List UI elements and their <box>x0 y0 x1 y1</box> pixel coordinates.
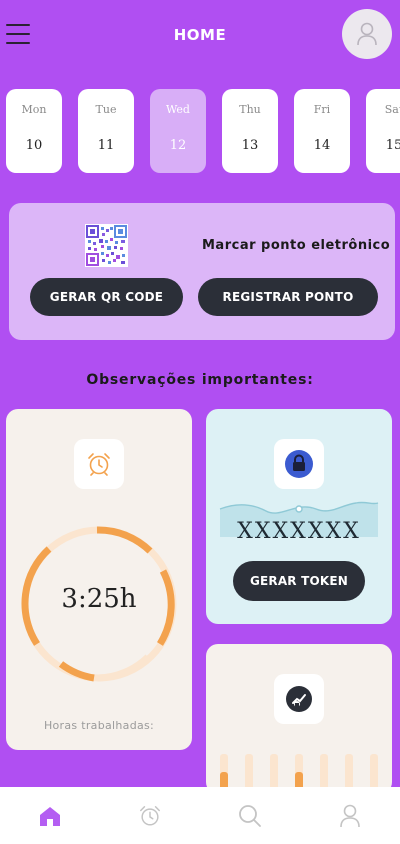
date-card-wed[interactable]: Wed 12 <box>150 89 206 173</box>
ponto-title: Marcar ponto eletrônico <box>202 238 391 253</box>
hours-worked-label: Horas trabalhadas: <box>43 719 155 732</box>
day-of-week: Fri <box>313 103 331 116</box>
day-number: 10 <box>25 138 43 153</box>
stats-card[interactable] <box>206 644 392 794</box>
day-number: 13 <box>241 138 259 153</box>
token-card: XXXXXXX GERAR TOKEN <box>206 409 392 624</box>
chart-badge-icon <box>286 686 312 712</box>
generate-token-button[interactable]: GERAR TOKEN <box>233 561 365 601</box>
register-ponto-button[interactable]: REGISTRAR PONTO <box>198 278 378 316</box>
bottom-nav <box>0 787 400 844</box>
nav-home[interactable] <box>30 796 70 836</box>
search-icon <box>239 804 261 827</box>
day-of-week: Wed <box>166 103 190 116</box>
alarm-icon-box <box>74 439 124 489</box>
day-number: 11 <box>97 138 115 153</box>
day-number: 15 <box>385 138 400 153</box>
home-icon <box>40 806 60 826</box>
user-icon <box>340 804 360 827</box>
nav-search[interactable] <box>230 796 270 836</box>
lock-icon <box>285 450 313 478</box>
avatar[interactable] <box>342 9 392 59</box>
date-card-thu[interactable]: Thu 13 <box>222 89 278 173</box>
user-icon <box>357 22 377 46</box>
date-card-tue[interactable]: Tue 11 <box>78 89 134 173</box>
token-value: XXXXXXX <box>237 519 361 544</box>
page-title: HOME <box>173 26 227 44</box>
alarm-clock-icon <box>88 453 110 476</box>
date-card-fri[interactable]: Fri 14 <box>294 89 350 173</box>
alarm-clock-icon <box>140 805 160 826</box>
stats-icon-box <box>274 674 324 724</box>
date-card-mon[interactable]: Mon 10 <box>6 89 62 173</box>
day-of-week: Mon <box>21 103 47 116</box>
observations-title: Observações importantes: <box>86 372 314 388</box>
ponto-card: Marcar ponto eletrônico GERAR QR CODE RE… <box>9 203 395 340</box>
qr-code-icon <box>85 224 128 267</box>
day-number: 14 <box>313 138 331 153</box>
day-of-week: Sat <box>384 103 400 116</box>
day-of-week: Tue <box>95 103 117 116</box>
generate-qr-button[interactable]: GERAR QR CODE <box>30 278 183 316</box>
nav-profile[interactable] <box>330 796 370 836</box>
date-strip: Mon 10 Tue 11 Wed 12 Thu 13 Fri 14 Sat 1… <box>6 89 400 173</box>
nav-alarms[interactable] <box>130 796 170 836</box>
hours-card[interactable]: 3:25h Horas trabalhadas: <box>6 409 192 750</box>
date-card-sat[interactable]: Sat 15 <box>366 89 400 173</box>
hours-worked-value: 3:25h <box>61 584 137 614</box>
day-number: 12 <box>169 138 187 153</box>
day-of-week: Thu <box>239 103 261 116</box>
lock-icon-box <box>274 439 324 489</box>
